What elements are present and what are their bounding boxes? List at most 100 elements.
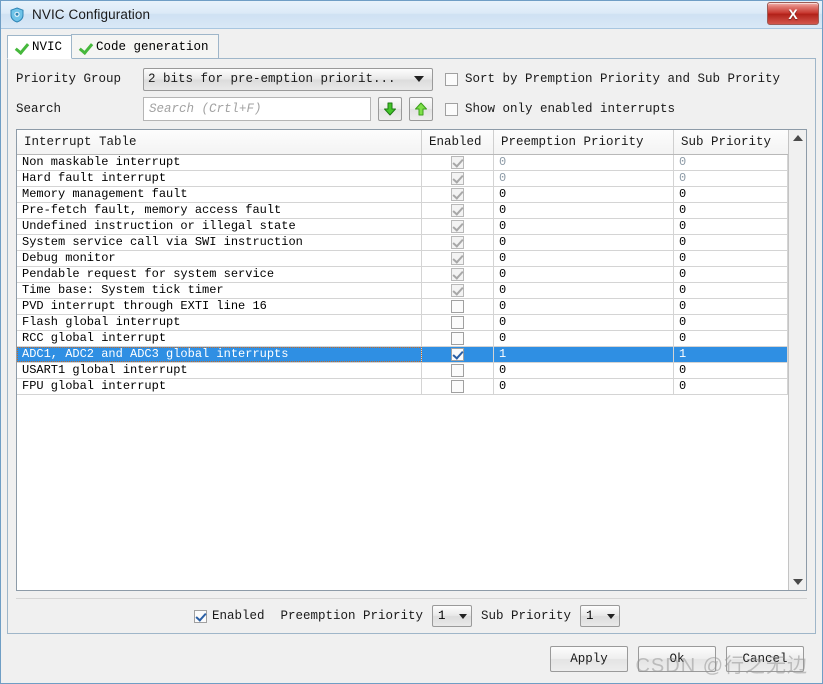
cell-enabled[interactable] (422, 187, 494, 202)
cell-preemption-priority[interactable]: 0 (494, 299, 674, 314)
detail-enabled-checkbox[interactable]: Enabled (193, 609, 264, 623)
enabled-checkbox[interactable] (451, 268, 464, 281)
priority-group-value: 2 bits for pre-emption priorit... (148, 72, 396, 86)
search-row: Search Search (Crtl+F) Show only enabled… (16, 94, 807, 124)
enabled-checkbox[interactable] (451, 204, 464, 217)
show-only-enabled-checkbox[interactable]: Show only enabled interrupts (445, 102, 675, 116)
cell-sub-priority[interactable]: 0 (674, 235, 788, 250)
table-vertical-scrollbar[interactable] (788, 130, 806, 590)
cell-enabled[interactable] (422, 219, 494, 234)
table-row[interactable]: FPU global interrupt 0 0 (17, 379, 788, 395)
cell-preemption-priority[interactable]: 0 (494, 379, 674, 394)
table-row[interactable]: Memory management fault 0 0 (17, 187, 788, 203)
cell-sub-priority[interactable]: 0 (674, 219, 788, 234)
find-previous-button[interactable] (409, 97, 433, 121)
detail-sub-select[interactable]: 1 (580, 605, 621, 627)
enabled-checkbox[interactable] (451, 364, 464, 377)
cell-enabled[interactable] (422, 283, 494, 298)
apply-button[interactable]: Apply (550, 645, 628, 672)
header-preemption-priority[interactable]: Preemption Priority (494, 130, 674, 154)
cell-enabled[interactable] (422, 155, 494, 170)
enabled-checkbox[interactable] (451, 316, 464, 329)
tab-nvic[interactable]: NVIC (7, 35, 73, 59)
cell-enabled[interactable] (422, 363, 494, 378)
table-row[interactable]: Time base: System tick timer 0 0 (17, 283, 788, 299)
cell-sub-priority[interactable]: 0 (674, 363, 788, 378)
header-enabled[interactable]: Enabled (422, 130, 494, 154)
cell-enabled[interactable] (422, 203, 494, 218)
enabled-checkbox[interactable] (451, 220, 464, 233)
cell-sub-priority[interactable]: 0 (674, 155, 788, 170)
enabled-checkbox[interactable] (451, 300, 464, 313)
enabled-checkbox[interactable] (451, 236, 464, 249)
table-row[interactable]: Non maskable interrupt 0 0 (17, 155, 788, 171)
table-row[interactable]: Flash global interrupt 0 0 (17, 315, 788, 331)
cell-preemption-priority[interactable]: 0 (494, 283, 674, 298)
cell-preemption-priority[interactable]: 0 (494, 219, 674, 234)
cell-sub-priority[interactable]: 0 (674, 379, 788, 394)
cell-enabled[interactable] (422, 379, 494, 394)
cell-preemption-priority[interactable]: 1 (494, 347, 674, 362)
table-row[interactable]: ADC1, ADC2 and ADC3 global interrupts 1 1 (17, 347, 788, 363)
detail-preemption-select[interactable]: 1 (432, 605, 473, 627)
cell-enabled[interactable] (422, 315, 494, 330)
cell-sub-priority[interactable]: 0 (674, 203, 788, 218)
ok-button[interactable]: Ok (638, 645, 716, 672)
table-row[interactable]: Debug monitor 0 0 (17, 251, 788, 267)
cell-enabled[interactable] (422, 251, 494, 266)
scroll-up-button[interactable] (789, 130, 806, 146)
cell-preemption-priority[interactable]: 0 (494, 267, 674, 282)
enabled-checkbox[interactable] (451, 348, 464, 361)
header-sub-priority[interactable]: Sub Priority (674, 130, 788, 154)
cell-preemption-priority[interactable]: 0 (494, 155, 674, 170)
cell-sub-priority[interactable]: 0 (674, 251, 788, 266)
cell-preemption-priority[interactable]: 0 (494, 251, 674, 266)
enabled-checkbox[interactable] (451, 284, 464, 297)
cell-enabled[interactable] (422, 331, 494, 346)
table-row[interactable]: Hard fault interrupt 0 0 (17, 171, 788, 187)
enabled-checkbox[interactable] (451, 380, 464, 393)
cell-preemption-priority[interactable]: 0 (494, 315, 674, 330)
table-row[interactable]: Pre-fetch fault, memory access fault 0 0 (17, 203, 788, 219)
table-row[interactable]: USART1 global interrupt 0 0 (17, 363, 788, 379)
enabled-checkbox[interactable] (451, 156, 464, 169)
enabled-checkbox[interactable] (451, 252, 464, 265)
header-interrupt-table[interactable]: Interrupt Table (17, 130, 422, 154)
cell-sub-priority[interactable]: 0 (674, 283, 788, 298)
cell-sub-priority[interactable]: 1 (674, 347, 788, 362)
cell-sub-priority[interactable]: 0 (674, 315, 788, 330)
cell-enabled[interactable] (422, 171, 494, 186)
cell-preemption-priority[interactable]: 0 (494, 331, 674, 346)
cancel-button[interactable]: Cancel (726, 645, 804, 672)
cell-preemption-priority[interactable]: 0 (494, 171, 674, 186)
cell-preemption-priority[interactable]: 0 (494, 187, 674, 202)
cell-sub-priority[interactable]: 0 (674, 267, 788, 282)
cell-enabled[interactable] (422, 235, 494, 250)
cell-sub-priority[interactable]: 0 (674, 331, 788, 346)
cell-enabled[interactable] (422, 347, 494, 362)
table-row[interactable]: System service call via SWI instruction 0… (17, 235, 788, 251)
cell-preemption-priority[interactable]: 0 (494, 203, 674, 218)
cell-preemption-priority[interactable]: 0 (494, 235, 674, 250)
table-row[interactable]: Undefined instruction or illegal state 0 0 (17, 219, 788, 235)
table-row[interactable]: PVD interrupt through EXTI line 16 0 0 (17, 299, 788, 315)
cell-enabled[interactable] (422, 267, 494, 282)
cell-enabled[interactable] (422, 299, 494, 314)
search-input[interactable]: Search (Crtl+F) (143, 97, 371, 121)
enabled-checkbox[interactable] (451, 172, 464, 185)
find-next-button[interactable] (378, 97, 402, 121)
priority-group-select[interactable]: 2 bits for pre-emption priorit... (143, 67, 433, 91)
enabled-checkbox[interactable] (451, 332, 464, 345)
tab-code-generation[interactable]: Code generation (71, 34, 219, 58)
cell-sub-priority[interactable]: 0 (674, 187, 788, 202)
enabled-checkbox[interactable] (451, 188, 464, 201)
cell-sub-priority[interactable]: 0 (674, 299, 788, 314)
table-row[interactable]: Pendable request for system service 0 0 (17, 267, 788, 283)
cell-preemption-priority[interactable]: 0 (494, 363, 674, 378)
close-button[interactable]: X (767, 2, 819, 25)
scrollbar-track[interactable] (789, 146, 806, 574)
cell-sub-priority[interactable]: 0 (674, 171, 788, 186)
table-row[interactable]: RCC global interrupt 0 0 (17, 331, 788, 347)
scroll-down-button[interactable] (789, 574, 806, 590)
sort-by-priority-checkbox[interactable]: Sort by Premption Priority and Sub Prori… (445, 72, 780, 86)
